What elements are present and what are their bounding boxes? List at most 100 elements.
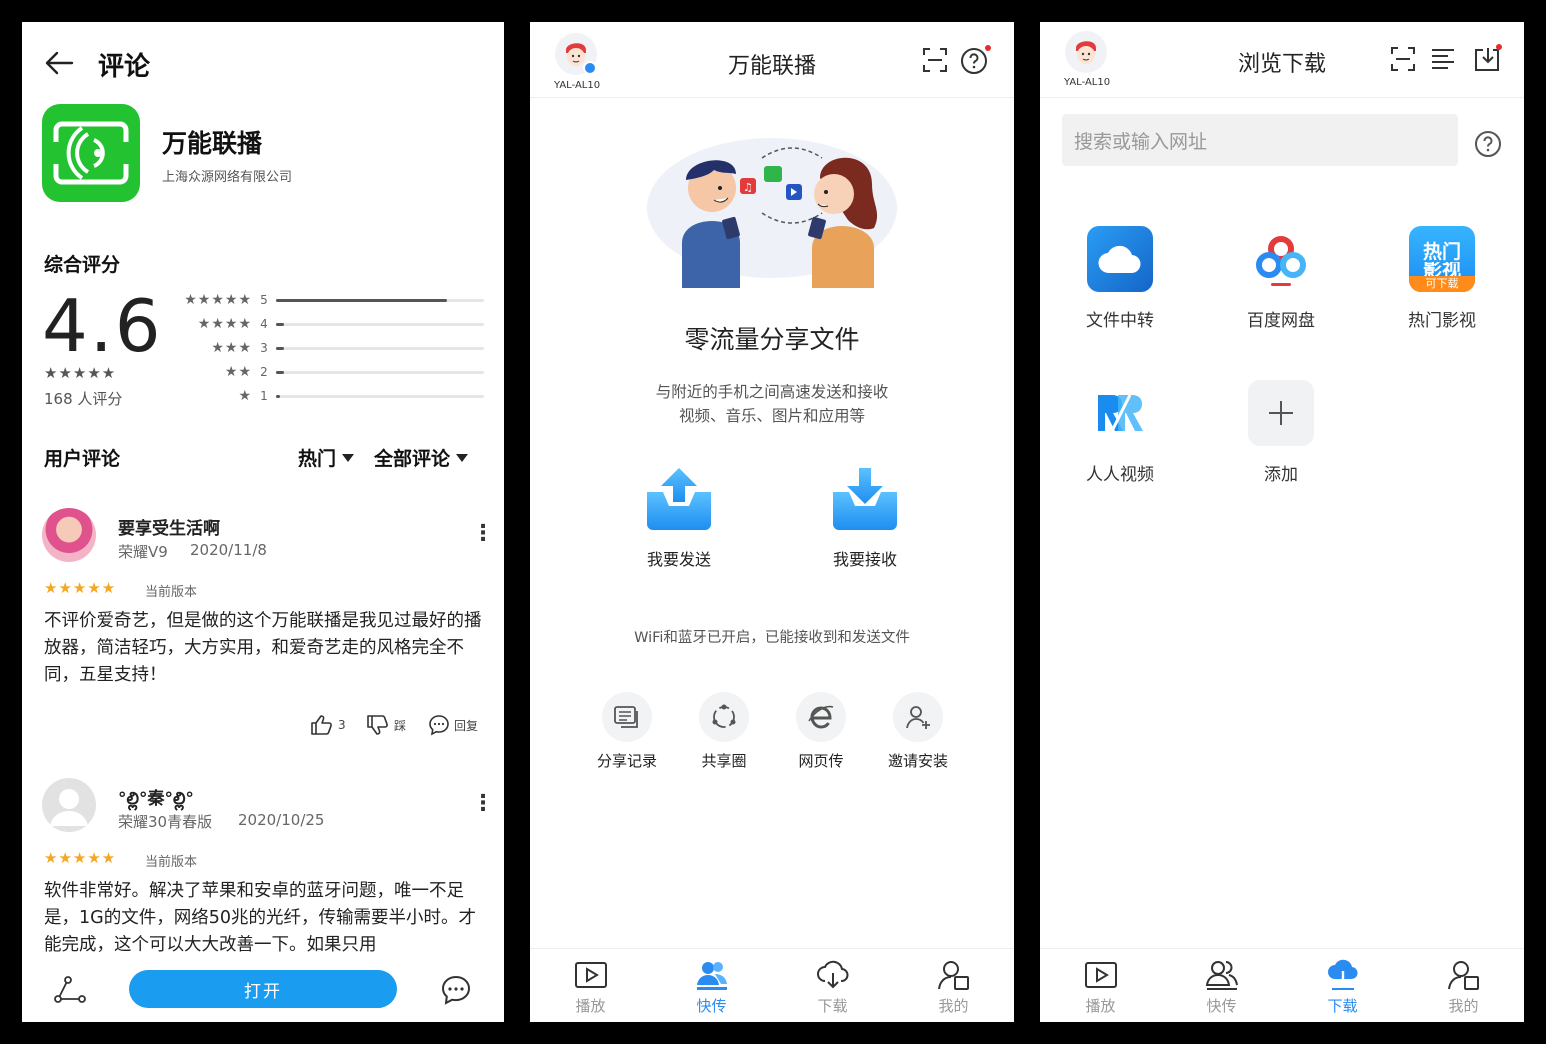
rating-bar-track (276, 322, 484, 326)
tile-hot-movies[interactable]: 热门 影视 可下载 热门影视 (1382, 226, 1502, 331)
send-button[interactable]: 我要发送 (619, 466, 739, 570)
tab-mine[interactable]: 我的 (893, 949, 1014, 1022)
headline: 零流量分享文件 (684, 325, 860, 354)
receive-button[interactable]: 我要接收 (805, 466, 925, 570)
tab-label: 下载 (1327, 997, 1358, 1015)
tile-label: 人人视频 (1086, 465, 1154, 485)
app-name: 万能联播 (162, 129, 263, 158)
rating-bar-row: ★★★★ 4 (172, 314, 484, 334)
rating-bar-track (276, 370, 484, 374)
users-icon (696, 962, 727, 990)
search-input[interactable]: 搜索或输入网址 (1062, 114, 1458, 166)
tile-add[interactable]: 添加 (1221, 380, 1341, 485)
tab-play[interactable]: 播放 (1040, 949, 1161, 1022)
cloud-download-icon (1327, 959, 1358, 990)
sort-hot-label: 热门 (298, 448, 337, 470)
rating-bar-fill (276, 298, 447, 302)
tab-label: 播放 (575, 997, 606, 1015)
tab-label: 快传 (1206, 997, 1237, 1015)
rating-bar-label: 3 (260, 341, 268, 355)
more-options-icon[interactable]: ⋮ (472, 523, 494, 545)
menu-icon[interactable] (1430, 46, 1456, 72)
web-transfer-button[interactable]: 网页传 (776, 692, 866, 771)
dislike-button[interactable]: 踩 (366, 714, 406, 736)
tab-label: 我的 (938, 997, 969, 1015)
sort-all-dropdown[interactable]: 全部评论 (374, 444, 469, 471)
tab-mine[interactable]: 我的 (1403, 949, 1524, 1022)
avatar[interactable] (42, 508, 96, 562)
download-tag: 可下载 (1409, 276, 1475, 292)
hot-icon-text: 影视 (1422, 262, 1461, 276)
send-label: 我要发送 (646, 550, 711, 569)
tab-label: 我的 (1448, 997, 1479, 1015)
rating-bar-row: ★★ 2 (172, 362, 484, 382)
tab-play[interactable]: 播放 (530, 949, 651, 1022)
cloud-download-icon (816, 960, 848, 989)
reviewer-name: 要享受生活啊 (118, 519, 220, 539)
tile-label: 添加 (1264, 465, 1298, 485)
scan-icon[interactable] (922, 47, 948, 73)
rating-bar-row: ★★★ 3 (172, 338, 484, 358)
tile-label: 热门影视 (1408, 311, 1476, 331)
download-manager-icon[interactable] (1472, 42, 1504, 74)
share-icon[interactable] (54, 976, 86, 1004)
tile-baidu-netdisk[interactable]: 百度网盘 (1221, 226, 1341, 331)
bottom-tab-bar: 播放 快传 下载 我的 (1040, 948, 1524, 1022)
back-arrow-icon[interactable] (44, 50, 74, 76)
reviewer-device: 荣耀30青春版 (118, 813, 213, 831)
cloud-icon (1087, 226, 1153, 292)
rating-bar-label: 1 (260, 389, 268, 403)
avatar[interactable] (42, 778, 96, 832)
tab-download[interactable]: 下载 (772, 949, 893, 1022)
play-icon (574, 962, 607, 988)
tile-label: 文件中转 (1086, 311, 1154, 331)
open-button[interactable]: 打开 (129, 970, 397, 1008)
rating-bar-track (276, 346, 484, 350)
download-tray-icon (833, 468, 897, 530)
renren-video-icon (1087, 380, 1153, 446)
dislike-label: 踩 (394, 718, 407, 733)
share-circle-button[interactable]: 共享圈 (679, 692, 769, 771)
users-icon (1205, 961, 1238, 990)
reply-button[interactable]: 回复 (428, 714, 478, 736)
tab-download[interactable]: 下载 (1282, 949, 1403, 1022)
more-options-icon[interactable]: ⋮ (472, 793, 494, 815)
upload-icon (647, 468, 711, 530)
browser-e-icon (808, 705, 834, 729)
help-icon[interactable] (960, 44, 992, 76)
developer-name: 上海众源网络有限公司 (162, 170, 293, 185)
reviewer-name: °ల్లి°秦°ల్లి° (118, 789, 194, 809)
app-logo-icon (42, 104, 140, 202)
subtitle-line-2: 视频、音乐、图片和应用等 (678, 407, 865, 425)
rating-value: 4.6 (42, 284, 163, 368)
review-stars: ★★★★★ (44, 849, 117, 867)
tile-renren-video[interactable]: 人人视频 (1060, 380, 1180, 485)
thumbs-up-icon (311, 715, 332, 735)
like-count: 3 (338, 718, 346, 732)
hot-icon-text: 热门 (1422, 241, 1461, 263)
scan-icon[interactable] (1390, 46, 1416, 72)
invite-install-button[interactable]: 邀请安装 (873, 692, 963, 771)
connection-status: WiFi和蓝牙已开启，已能接收到和发送文件 (634, 630, 910, 646)
comment-icon[interactable] (440, 974, 472, 1006)
tab-quick-transfer[interactable]: 快传 (651, 949, 772, 1022)
tab-label: 快传 (696, 997, 727, 1015)
rating-bar-fill (276, 370, 285, 374)
rating-bar-track (276, 298, 484, 302)
rating-bar-stars: ★★★★★ (184, 292, 252, 308)
device-label: YAL-AL10 (1064, 77, 1111, 88)
share-history-button[interactable]: 分享记录 (582, 692, 672, 771)
rating-bar-stars: ★★ (224, 364, 252, 380)
chevron-down-icon (456, 453, 469, 462)
page-title: 评论 (98, 52, 151, 82)
sort-hot-dropdown[interactable]: 热门 (298, 444, 355, 471)
add-user-icon (906, 706, 930, 729)
tile-label: 百度网盘 (1247, 311, 1315, 331)
help-icon[interactable] (1472, 128, 1504, 160)
rating-bar-stars: ★ (238, 388, 252, 404)
sort-all-label: 全部评论 (374, 448, 451, 470)
tab-quick-transfer[interactable]: 快传 (1161, 949, 1282, 1022)
review-screen: 评论 万能联播 上海众源网络有限公司 综合评分 4.6 ★★★★★ 168 人评… (22, 22, 504, 1022)
like-button[interactable]: 3 (310, 714, 346, 736)
tile-file-transfer[interactable]: 文件中转 (1060, 226, 1180, 331)
